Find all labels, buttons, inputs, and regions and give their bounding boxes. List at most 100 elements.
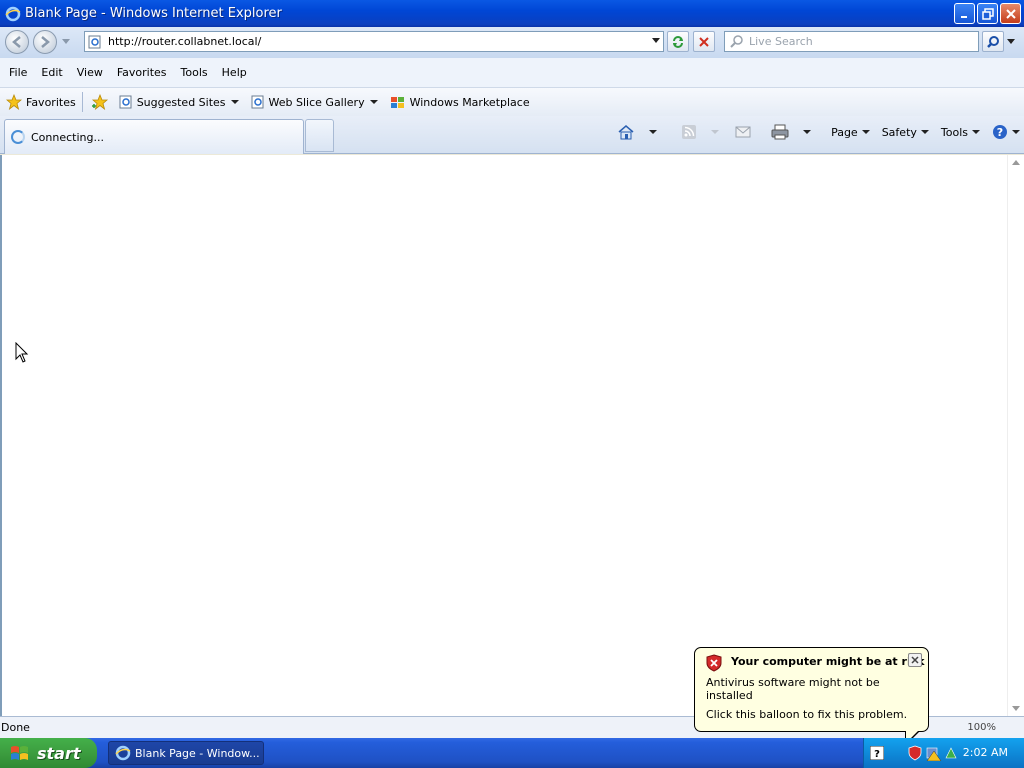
page-menu-label: Page <box>831 125 858 139</box>
svg-text:?: ? <box>997 126 1003 139</box>
feeds-dropdown-icon <box>711 130 720 134</box>
add-to-favorites-bar-button[interactable] <box>91 94 113 110</box>
windows-marketplace-icon <box>390 97 404 108</box>
windows-marketplace-link[interactable]: Windows Marketplace <box>390 95 530 109</box>
taskbar-item-ie[interactable]: Blank Page - Window... <box>108 741 264 765</box>
mouse-pointer-icon <box>15 342 29 363</box>
scroll-down-arrow-icon[interactable] <box>1012 706 1020 711</box>
help-icon: ? <box>993 125 1007 139</box>
help-tray-icon[interactable]: ? <box>870 746 884 760</box>
suggested-sites-link[interactable]: Suggested Sites <box>119 95 239 109</box>
address-bar[interactable]: http://router.collabnet.local/ <box>84 31 664 52</box>
ie-page-icon <box>251 95 264 109</box>
clock[interactable]: 2:02 AM <box>963 746 1008 759</box>
chevron-down-icon <box>972 130 980 134</box>
restore-button[interactable] <box>977 3 998 24</box>
start-button[interactable]: start <box>0 738 97 768</box>
status-text: Done <box>1 721 30 734</box>
add-favorite-star-icon <box>91 94 108 110</box>
safety-menu-button[interactable]: Safety <box>882 126 929 139</box>
stop-icon <box>699 36 709 47</box>
chevron-down-icon <box>920 130 929 134</box>
chevron-down-icon <box>369 100 378 104</box>
minimize-button[interactable] <box>954 3 975 24</box>
print-dropdown-icon[interactable] <box>803 130 812 134</box>
start-label: start <box>37 743 81 763</box>
title-bar[interactable]: Blank Page - Windows Internet Explorer <box>0 0 1024 27</box>
network-warning-tray-icon[interactable] <box>926 745 942 761</box>
scroll-up-arrow-icon[interactable] <box>1012 160 1020 165</box>
search-go-button[interactable] <box>982 31 1004 52</box>
refresh-button[interactable] <box>667 31 689 52</box>
tab-row: Connecting... Page Safety Tools ? <box>0 116 1024 154</box>
favorites-star-icon <box>6 94 22 110</box>
menu-favorites[interactable]: Favorites <box>117 66 167 79</box>
suggested-sites-label: Suggested Sites <box>136 95 226 109</box>
web-slice-gallery-link[interactable]: Web Slice Gallery <box>251 95 378 109</box>
security-center-tray-icon[interactable] <box>908 745 922 761</box>
tab-blank-page[interactable]: Connecting... <box>4 119 304 154</box>
close-icon <box>1005 8 1016 19</box>
page-content[interactable] <box>0 155 1024 716</box>
tools-menu-button[interactable]: Tools <box>941 126 980 139</box>
search-field[interactable]: Live Search <box>724 31 979 52</box>
forward-button[interactable] <box>33 30 57 54</box>
search-options-dropdown-icon[interactable] <box>1007 39 1015 45</box>
search-icon <box>730 34 743 48</box>
feeds-button[interactable] <box>681 124 720 140</box>
command-bar: Page Safety Tools ? <box>605 124 1020 140</box>
ie-icon <box>115 745 131 761</box>
menu-view[interactable]: View <box>77 66 103 79</box>
menu-edit[interactable]: Edit <box>41 66 62 79</box>
favorites-label: Favorites <box>26 95 76 109</box>
new-tab-button[interactable] <box>305 119 334 152</box>
windows-marketplace-label: Windows Marketplace <box>409 95 530 109</box>
menu-file[interactable]: File <box>9 66 27 79</box>
restore-icon <box>981 7 994 20</box>
back-button[interactable] <box>5 30 29 54</box>
stop-button[interactable] <box>693 31 715 52</box>
ie-page-icon <box>119 95 132 109</box>
balloon-message: Antivirus software might not be installe… <box>706 676 880 702</box>
recent-pages-dropdown-icon[interactable] <box>62 39 70 45</box>
home-icon <box>618 125 634 140</box>
taskbar: start Blank Page - Window... ? 2:02 AM <box>0 738 1024 768</box>
ie-icon <box>5 6 21 21</box>
vertical-scrollbar[interactable] <box>1007 155 1024 716</box>
read-mail-button[interactable] <box>735 125 751 139</box>
favbar-separator <box>81 92 83 112</box>
menu-bar: File Edit View Favorites Tools Help <box>0 58 1024 87</box>
search-placeholder: Live Search <box>749 35 813 48</box>
close-icon <box>911 656 919 664</box>
close-window-button[interactable] <box>1000 3 1021 24</box>
address-toolbar: http://router.collabnet.local/ Live Sear… <box>0 27 1024 58</box>
menu-tools[interactable]: Tools <box>181 66 208 79</box>
url-text[interactable]: http://router.collabnet.local/ <box>108 35 261 48</box>
windows-logo-icon <box>11 746 28 760</box>
balloon-action-text[interactable]: Click this balloon to fix this problem. <box>706 708 907 721</box>
tools-menu-label: Tools <box>940 125 968 139</box>
taskbar-item-label: Blank Page - Window... <box>135 746 260 760</box>
menu-help[interactable]: Help <box>222 66 247 79</box>
network-tray-icon[interactable] <box>944 746 958 760</box>
help-menu-button[interactable]: ? <box>992 124 1020 140</box>
tab-label: Connecting... <box>31 130 104 144</box>
home-button[interactable] <box>617 124 658 140</box>
favorites-bar: Favorites Suggested Sites Web Slice Gall… <box>0 87 1024 116</box>
security-shield-icon <box>706 654 722 672</box>
chevron-down-icon <box>861 130 870 134</box>
print-button[interactable] <box>771 124 812 140</box>
balloon-close-button[interactable] <box>908 653 922 667</box>
address-dropdown-icon[interactable] <box>652 38 660 44</box>
page-icon <box>88 35 101 48</box>
forward-arrow-icon <box>41 36 50 48</box>
page-menu-button[interactable]: Page <box>831 126 870 139</box>
zoom-level[interactable]: 100% <box>967 722 996 733</box>
chevron-down-icon <box>1012 130 1020 134</box>
home-dropdown-icon[interactable] <box>649 130 658 134</box>
window-title: Blank Page - Windows Internet Explorer <box>25 6 282 21</box>
balloon-title: Your computer might be at risk <box>731 655 925 668</box>
security-alert-balloon[interactable]: Your computer might be at risk Antivirus… <box>694 647 929 746</box>
rss-feed-icon <box>682 125 697 139</box>
favorites-button[interactable]: Favorites <box>6 94 76 110</box>
